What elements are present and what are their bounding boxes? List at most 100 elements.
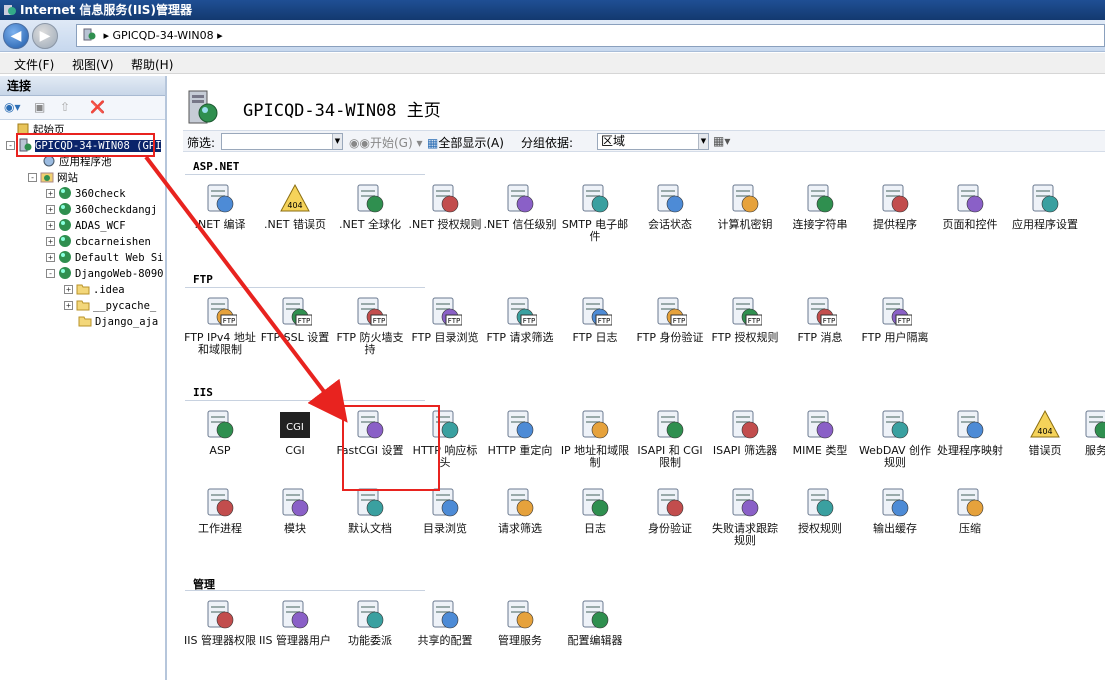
menu-help[interactable]: 帮助(H)	[131, 56, 173, 73]
menu-file[interactable]: 文件(F)	[14, 56, 54, 73]
forward-button[interactable]: ▶	[32, 23, 58, 49]
feature-label: 默认文档	[348, 522, 392, 535]
collapse-icon[interactable]: -	[6, 141, 15, 150]
feature-item[interactable]: 配置编辑器	[558, 598, 632, 647]
feature-label: FTP SSL 设置	[260, 331, 330, 344]
expand-icon[interactable]: +	[46, 253, 55, 262]
feature-item[interactable]: .NET 全球化	[333, 182, 407, 231]
tree-item-folder[interactable]: Django_aja	[78, 314, 158, 330]
tree-item-folder[interactable]: + .idea	[64, 282, 125, 298]
up-icon[interactable]: ⇧	[60, 100, 70, 114]
address-bar[interactable]: ▸ GPICQD-34-WIN08 ▸	[76, 24, 1105, 47]
show-all-button[interactable]: ▦全部显示(A)	[427, 134, 504, 151]
feature-item[interactable]: FTP FTP 授权规则	[708, 295, 782, 344]
tree-item-site[interactable]: +360checkdangj	[46, 202, 157, 218]
feature-item[interactable]: HTTP 响应标头	[408, 408, 482, 469]
feature-item[interactable]: 404 .NET 错误页	[258, 182, 332, 231]
feature-item[interactable]: .NET 编译	[183, 182, 257, 231]
feature-item[interactable]: ISAPI 和 CGI 限制	[633, 408, 707, 469]
filter-input[interactable]: ▼	[221, 133, 343, 150]
feature-item[interactable]: IP 地址和域限制	[558, 408, 632, 469]
feature-item[interactable]: .NET 授权规则	[408, 182, 482, 231]
feature-item[interactable]: IIS 管理器权限	[183, 598, 257, 647]
feature-item[interactable]: 页面和控件	[933, 182, 1007, 231]
feature-item[interactable]: FTP FTP 请求筛选	[483, 295, 557, 344]
connect-icon[interactable]: ◉▾	[4, 100, 21, 114]
view-mode-button[interactable]: ▦▾	[713, 134, 730, 148]
feature-item[interactable]: 输出缓存	[858, 486, 932, 535]
feature-icon	[882, 488, 909, 517]
feature-item[interactable]: MIME 类型	[783, 408, 857, 457]
feature-icon	[732, 184, 759, 213]
feature-icon	[507, 410, 534, 439]
feature-item[interactable]: SMTP 电子邮件	[558, 182, 632, 243]
expand-icon[interactable]: +	[46, 205, 55, 214]
feature-item[interactable]: CGI CGI	[258, 408, 332, 457]
save-icon[interactable]: ▣	[34, 100, 45, 114]
tree-item-sites[interactable]: - 网站	[28, 170, 78, 186]
feature-item[interactable]: 身份验证	[633, 486, 707, 535]
feature-item[interactable]: HTTP 重定向	[483, 408, 557, 457]
tree-item-folder[interactable]: + __pycache_	[64, 298, 156, 314]
collapse-icon[interactable]: -	[28, 173, 37, 182]
tree-item-app-pools[interactable]: 应用程序池	[42, 154, 112, 170]
tree-item-site[interactable]: +360check	[46, 186, 126, 202]
tree-item-server[interactable]: - GPICQD-34-WIN08 (GPI	[6, 138, 162, 154]
feature-item[interactable]: 会话状态	[633, 182, 707, 231]
feature-item[interactable]: 日志	[558, 486, 632, 535]
feature-item[interactable]: FTP FTP IPv4 地址和域限制	[183, 295, 257, 356]
feature-item[interactable]: 提供程序	[858, 182, 932, 231]
feature-item[interactable]: 计算机密钥	[708, 182, 782, 231]
feature-item[interactable]: 处理程序映射	[933, 408, 1007, 457]
feature-item[interactable]: 默认文档	[333, 486, 407, 535]
collapse-icon[interactable]: -	[46, 269, 55, 278]
disconnect-icon[interactable]: ❌	[90, 100, 105, 114]
tree-item-site[interactable]: + ADAS_WCF	[46, 218, 126, 234]
expand-icon[interactable]: +	[64, 301, 73, 310]
menu-view[interactable]: 视图(V)	[72, 56, 114, 73]
feature-item[interactable]: 管理服务	[483, 598, 557, 647]
back-button[interactable]: ◀	[3, 23, 29, 49]
feature-item[interactable]: 授权规则	[783, 486, 857, 535]
feature-item[interactable]: 工作进程	[183, 486, 257, 535]
start-filter-button[interactable]: ◉◉开始(G) ▾	[349, 134, 422, 151]
feature-item[interactable]: FTP FTP 用户隔离	[858, 295, 932, 344]
feature-item[interactable]: 共享的配置	[408, 598, 482, 647]
feature-item[interactable]: 模块	[258, 486, 332, 535]
group-by-select[interactable]: 区域 ▼	[597, 133, 709, 150]
feature-item[interactable]: 失败请求跟踪规则	[708, 486, 782, 547]
feature-item[interactable]: FTP FTP 消息	[783, 295, 857, 344]
tree-item-start-page[interactable]: 起始页	[16, 122, 65, 138]
address-server[interactable]: GPICQD-34-WIN08	[113, 29, 214, 42]
show-all-icon: ▦	[427, 136, 439, 150]
tree-item-site[interactable]: + Default Web Si	[46, 250, 164, 266]
feature-label: 共享的配置	[417, 634, 473, 647]
feature-item[interactable]: IIS 管理器用户	[258, 598, 332, 647]
tree-item-site[interactable]: - DjangoWeb-8090	[46, 266, 164, 282]
feature-item[interactable]: FTP FTP 防火墙支持	[333, 295, 407, 356]
feature-item[interactable]: FTP FTP 日志	[558, 295, 632, 344]
feature-item[interactable]: ASP	[183, 408, 257, 457]
expand-icon[interactable]: +	[64, 285, 73, 294]
feature-item[interactable]: FTP FTP 身份验证	[633, 295, 707, 344]
feature-item[interactable]: 压缩	[933, 486, 1007, 535]
feature-label: 连接字符串	[792, 218, 848, 231]
feature-item[interactable]: 应用程序设置	[1008, 182, 1082, 231]
expand-icon[interactable]: +	[46, 237, 55, 246]
feature-item[interactable]: 请求筛选	[483, 486, 557, 535]
feature-item[interactable]: 404 错误页	[1008, 408, 1082, 457]
feature-icon	[432, 410, 459, 439]
feature-item[interactable]: FTP FTP SSL 设置	[258, 295, 332, 344]
feature-item[interactable]: 功能委派	[333, 598, 407, 647]
feature-item[interactable]: .NET 信任级别	[483, 182, 557, 231]
feature-item[interactable]: 目录浏览	[408, 486, 482, 535]
feature-item[interactable]: FastCGI 设置	[333, 408, 407, 457]
feature-item[interactable]: FTP FTP 目录浏览	[408, 295, 482, 344]
expand-icon[interactable]: +	[46, 221, 55, 230]
feature-item[interactable]: ISAPI 筛选器	[708, 408, 782, 457]
expand-icon[interactable]: +	[46, 189, 55, 198]
tree-item-site[interactable]: + cbcarneishen	[46, 234, 151, 250]
feature-item[interactable]: WebDAV 创作规则	[858, 408, 932, 469]
feature-item[interactable]: 服务	[1081, 408, 1105, 457]
feature-item[interactable]: 连接字符串	[783, 182, 857, 231]
